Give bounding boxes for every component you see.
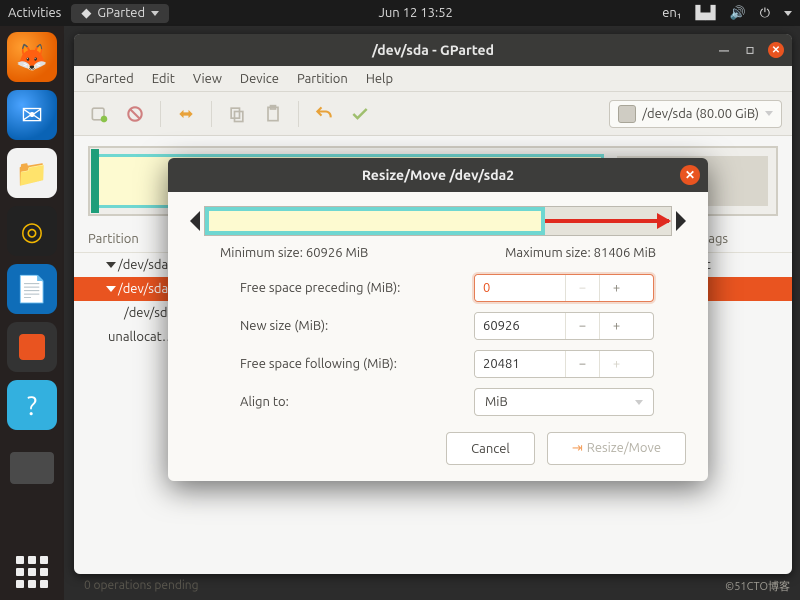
free-preceding-label: Free space preceding (MiB):	[240, 281, 460, 295]
menubar: GParted Edit View Device Partition Help	[74, 66, 792, 92]
dialog-close-button[interactable]: ✕	[680, 165, 700, 185]
minimum-size-label: Minimum size: 60926 MiB	[220, 246, 368, 260]
annotation-arrow-icon	[545, 219, 669, 223]
gnome-top-panel: Activities ◆ GParted Jun 12 13:52 en₁ ▙▟…	[0, 0, 800, 26]
chevron-down-icon	[765, 111, 773, 116]
new-size-field[interactable]	[475, 313, 565, 339]
align-to-label: Align to:	[240, 395, 460, 409]
device-selector-label: /dev/sda (80.00 GiB)	[642, 107, 759, 121]
disk-icon	[618, 105, 636, 123]
align-to-select[interactable]: MiB	[474, 388, 654, 416]
volume-icon[interactable]: 🔊	[730, 6, 746, 21]
copy-button[interactable]	[222, 100, 252, 128]
menu-device[interactable]: Device	[240, 72, 279, 86]
dialog-title: Resize/Move /dev/sda2	[362, 167, 514, 183]
decrement-button[interactable]: −	[565, 313, 599, 339]
free-preceding-input[interactable]: − +	[474, 274, 654, 302]
toolbar: /dev/sda (80.00 GiB)	[74, 92, 792, 136]
resize-move-button[interactable]	[171, 100, 201, 128]
minimize-button[interactable]: —	[716, 42, 732, 58]
slider-partition-region[interactable]	[205, 207, 545, 235]
partition-slider[interactable]	[190, 206, 686, 236]
window-titlebar[interactable]: /dev/sda - GParted — ◻ ✕	[74, 34, 792, 66]
show-applications-button[interactable]	[12, 552, 52, 592]
menu-view[interactable]: View	[193, 72, 222, 86]
ubuntu-dock: 🦊 ✉ 📁 ◎ 📄 ?	[0, 26, 64, 600]
new-size-label: New size (MiB):	[240, 319, 460, 333]
clock[interactable]: Jun 12 13:52	[378, 6, 452, 20]
resize-move-button[interactable]: ⇥Resize/Move	[547, 432, 686, 465]
slider-handle-left-icon[interactable]	[190, 211, 200, 231]
menu-help[interactable]: Help	[366, 72, 393, 86]
rhythmbox-launcher[interactable]: ◎	[7, 206, 57, 256]
dialog-titlebar[interactable]: Resize/Move /dev/sda2 ✕	[168, 158, 708, 192]
increment-button[interactable]: +	[599, 351, 633, 377]
new-partition-button[interactable]	[84, 100, 114, 128]
maximize-button[interactable]: ◻	[742, 42, 758, 58]
menu-gparted[interactable]: GParted	[86, 72, 134, 86]
app-menu[interactable]: ◆ GParted	[71, 4, 169, 23]
chevron-down-icon	[635, 400, 643, 405]
decrement-button[interactable]: −	[565, 275, 599, 301]
apply-button[interactable]	[345, 100, 375, 128]
chevron-down-icon	[151, 11, 159, 16]
running-window-thumb[interactable]	[10, 452, 54, 484]
resize-move-dialog: Resize/Move /dev/sda2 ✕ Minimum size: 60…	[168, 158, 708, 481]
maximum-size-label: Maximum size: 81406 MiB	[505, 246, 656, 260]
app-menu-label: GParted	[97, 6, 145, 20]
resize-icon: ⇥	[572, 441, 583, 455]
firefox-launcher[interactable]: 🦊	[7, 32, 57, 82]
keyboard-layout-indicator[interactable]: en₁	[662, 6, 681, 20]
paste-button[interactable]	[258, 100, 288, 128]
window-title: /dev/sda - GParted	[372, 42, 494, 58]
slider-track[interactable]	[204, 206, 672, 236]
free-preceding-field[interactable]	[475, 275, 565, 301]
close-button[interactable]: ✕	[768, 42, 784, 58]
ubuntu-software-launcher[interactable]	[7, 322, 57, 372]
device-selector[interactable]: /dev/sda (80.00 GiB)	[609, 100, 782, 128]
col-flags[interactable]: Flags	[698, 232, 778, 246]
chevron-down-icon	[784, 11, 792, 16]
increment-button[interactable]: +	[599, 313, 633, 339]
increment-button[interactable]: +	[599, 275, 633, 301]
free-following-field[interactable]	[475, 351, 565, 377]
decrement-button[interactable]: −	[565, 351, 599, 377]
activities-button[interactable]: Activities	[8, 6, 61, 20]
power-icon[interactable]: ⏻	[760, 6, 770, 21]
files-launcher[interactable]: 📁	[7, 148, 57, 198]
network-icon[interactable]: ▙▟	[696, 6, 716, 21]
menu-edit[interactable]: Edit	[152, 72, 175, 86]
cancel-button[interactable]: Cancel	[446, 432, 535, 465]
undo-button[interactable]	[309, 100, 339, 128]
libreoffice-writer-launcher[interactable]: 📄	[7, 264, 57, 314]
status-bar: 0 operations pending	[74, 574, 792, 596]
free-following-input[interactable]: − +	[474, 350, 654, 378]
slider-handle-right-icon[interactable]	[676, 211, 686, 231]
watermark: ©51CTO博客	[725, 578, 790, 594]
delete-partition-button[interactable]	[120, 100, 150, 128]
free-following-label: Free space following (MiB):	[240, 357, 460, 371]
menu-partition[interactable]: Partition	[297, 72, 348, 86]
help-launcher[interactable]: ?	[7, 380, 57, 430]
align-to-value: MiB	[485, 395, 508, 409]
thunderbird-launcher[interactable]: ✉	[7, 90, 57, 140]
new-size-input[interactable]: − +	[474, 312, 654, 340]
gparted-icon: ◆	[81, 6, 91, 21]
